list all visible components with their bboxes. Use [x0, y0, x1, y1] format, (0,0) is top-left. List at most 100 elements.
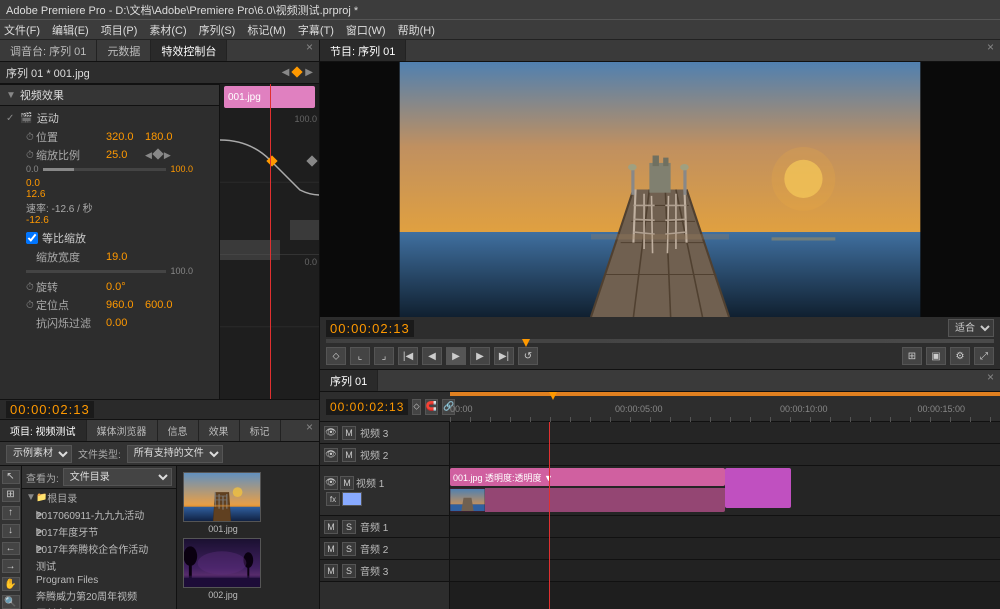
track-solo-a2[interactable]: S [342, 542, 356, 556]
tool-select[interactable]: ↖ [2, 470, 20, 484]
btn-loop[interactable]: ↺ [518, 347, 538, 365]
a2-track-content[interactable] [450, 538, 1000, 560]
track-lock-v3[interactable]: M [342, 426, 356, 440]
example-media-select[interactable]: 示例素材 [6, 445, 72, 463]
tl-btn-markers[interactable]: ⬦ [412, 399, 420, 415]
btn-go-out[interactable]: ▶| [494, 347, 514, 365]
tool-zoom[interactable]: 🔍 [2, 595, 20, 609]
tree-item-5[interactable]: 奔腾威力第20周年视频 [22, 587, 176, 604]
tab-info[interactable]: 信息 [158, 420, 199, 441]
btn-play[interactable]: ▶ [446, 347, 466, 365]
tab-program[interactable]: 节目: 序列 01 [320, 40, 406, 61]
media-item-002[interactable]: 002.jpg [183, 538, 263, 600]
tl-btn-snap[interactable]: 🧲 [425, 399, 438, 415]
track-mute-a3[interactable]: M [324, 564, 338, 578]
motion-group-header[interactable]: ✓ 🎬 运动 [6, 108, 213, 128]
btn-full-screen[interactable]: ⤢ [974, 347, 994, 365]
track-eye-v2[interactable]: 👁 [324, 448, 338, 462]
menu-marker[interactable]: 标记(M) [247, 22, 286, 38]
clip-v1-002[interactable] [725, 468, 791, 508]
keyframe-nav-right[interactable]: ▶ [305, 67, 313, 79]
scale-slider[interactable] [43, 168, 167, 171]
fit-select[interactable]: 适合 [948, 319, 994, 337]
scale-nav-left[interactable]: ◀ [145, 150, 152, 161]
menu-project[interactable]: 项目(P) [101, 22, 138, 38]
project-panel-close[interactable]: × [300, 420, 319, 441]
tab-effects[interactable]: 效果 [199, 420, 240, 441]
preview-close[interactable]: × [981, 40, 1000, 61]
menu-clip[interactable]: 素材(C) [149, 22, 186, 38]
media-grid: 001.jpg [177, 466, 319, 609]
keyframe-nav-diamond[interactable] [293, 67, 301, 79]
tree-item-1[interactable]: ▶ 2017年度牙节 [22, 523, 176, 540]
tree-root[interactable]: ▼ 📁 根目录 [22, 489, 176, 506]
track-lock-v1[interactable]: M [340, 476, 354, 490]
tool-nav-up[interactable]: ↑ [2, 506, 20, 520]
tree-item-3[interactable]: 测试 [22, 557, 176, 574]
btn-step-back[interactable]: ◀ [422, 347, 442, 365]
menu-file[interactable]: 文件(F) [4, 22, 40, 38]
scale-nav-diamond[interactable] [154, 149, 162, 161]
tree-item-4[interactable]: Program Files [22, 574, 176, 587]
file-type-select[interactable]: 所有支持的文件 [127, 445, 223, 463]
track-label-a3: 音频 3 [360, 563, 388, 578]
track-eye-v1[interactable]: 👁 [324, 476, 338, 490]
track-fx-v1[interactable]: fx [326, 492, 340, 506]
tool-nav-down[interactable]: ↓ [2, 524, 20, 538]
timeline-close[interactable]: × [981, 370, 1000, 391]
file-type-label: 文件类型: [78, 446, 121, 461]
v1-track-content[interactable]: 001.jpg 透明度:透明度 ▼ [450, 466, 1000, 516]
menu-sequence[interactable]: 序列(S) [199, 22, 236, 38]
v3-track-content[interactable] [450, 422, 1000, 444]
title-bar: Adobe Premiere Pro - D:\文档\Adobe\Premier… [0, 0, 1000, 20]
scalewidth-slider[interactable] [26, 270, 166, 273]
btn-set-in[interactable]: ⌞ [350, 347, 370, 365]
tab-metadata[interactable]: 元数据 [97, 40, 151, 61]
a3-track-content[interactable] [450, 560, 1000, 582]
scale-nav-right[interactable]: ▶ [164, 150, 171, 161]
track-solo-a1[interactable]: S [342, 520, 356, 534]
tool-grid[interactable]: ⊞ [2, 488, 20, 502]
btn-safe-margins[interactable]: ⊞ [902, 347, 922, 365]
track-solo-a3[interactable]: S [342, 564, 356, 578]
track-lock-v2[interactable]: M [342, 448, 356, 462]
menu-edit[interactable]: 编辑(E) [52, 22, 89, 38]
tool-nav-right[interactable]: → [2, 559, 20, 573]
tree-item-2[interactable]: ▶ 2017年奔腾校企合作活动 [22, 540, 176, 557]
v2-track-content[interactable] [450, 444, 1000, 466]
track-eye-v3[interactable]: 👁 [324, 426, 338, 440]
keyframe-nav-left[interactable]: ◀ [282, 67, 290, 79]
track-mute-a1[interactable]: M [324, 520, 338, 534]
tab-media-browser[interactable]: 媒体浏览器 [87, 420, 158, 441]
timeline-tabs: 序列 01 × [320, 370, 1000, 392]
media-item-001[interactable]: 001.jpg [183, 472, 263, 534]
btn-add-marker[interactable]: ⬦ [326, 347, 346, 365]
btn-settings[interactable]: ⚙ [950, 347, 970, 365]
btn-go-in[interactable]: |◀ [398, 347, 418, 365]
tab-project[interactable]: 项目: 视频测试 [0, 420, 87, 441]
btn-step-fwd[interactable]: ▶ [470, 347, 490, 365]
media-label-001: 001.jpg [183, 524, 263, 534]
tab-mixer[interactable]: 调音台: 序列 01 [0, 40, 97, 61]
effects-controls-close[interactable]: × [300, 40, 319, 61]
tab-sequence[interactable]: 序列 01 [320, 370, 378, 391]
tree-item-6[interactable]: ▼ 原创文章 [22, 604, 176, 609]
a1-track-content[interactable] [450, 516, 1000, 538]
menu-help[interactable]: 帮助(H) [398, 22, 435, 38]
tab-markers[interactable]: 标记 [240, 420, 281, 441]
tab-effects-controls[interactable]: 特效控制台 [151, 40, 227, 61]
uniform-scale-checkbox[interactable] [26, 232, 38, 244]
graph-playhead [270, 84, 271, 399]
menu-title[interactable]: 字幕(T) [298, 22, 334, 38]
btn-set-out[interactable]: ⌟ [374, 347, 394, 365]
tool-nav-left[interactable]: ← [2, 542, 20, 556]
btn-output-mode[interactable]: ▣ [926, 347, 946, 365]
track-color-v1[interactable] [342, 492, 362, 506]
preview-scrubber[interactable] [326, 339, 994, 343]
tree-item-0[interactable]: ▶ 2017060911-九九九活动 [22, 506, 176, 523]
tool-hand[interactable]: ✋ [2, 577, 20, 591]
view-select[interactable]: 文件目录 [63, 468, 172, 486]
menu-window[interactable]: 窗口(W) [346, 22, 386, 38]
clip-v1-001jpg[interactable]: 001.jpg 透明度:透明度 ▼ [450, 468, 725, 486]
track-mute-a2[interactable]: M [324, 542, 338, 556]
